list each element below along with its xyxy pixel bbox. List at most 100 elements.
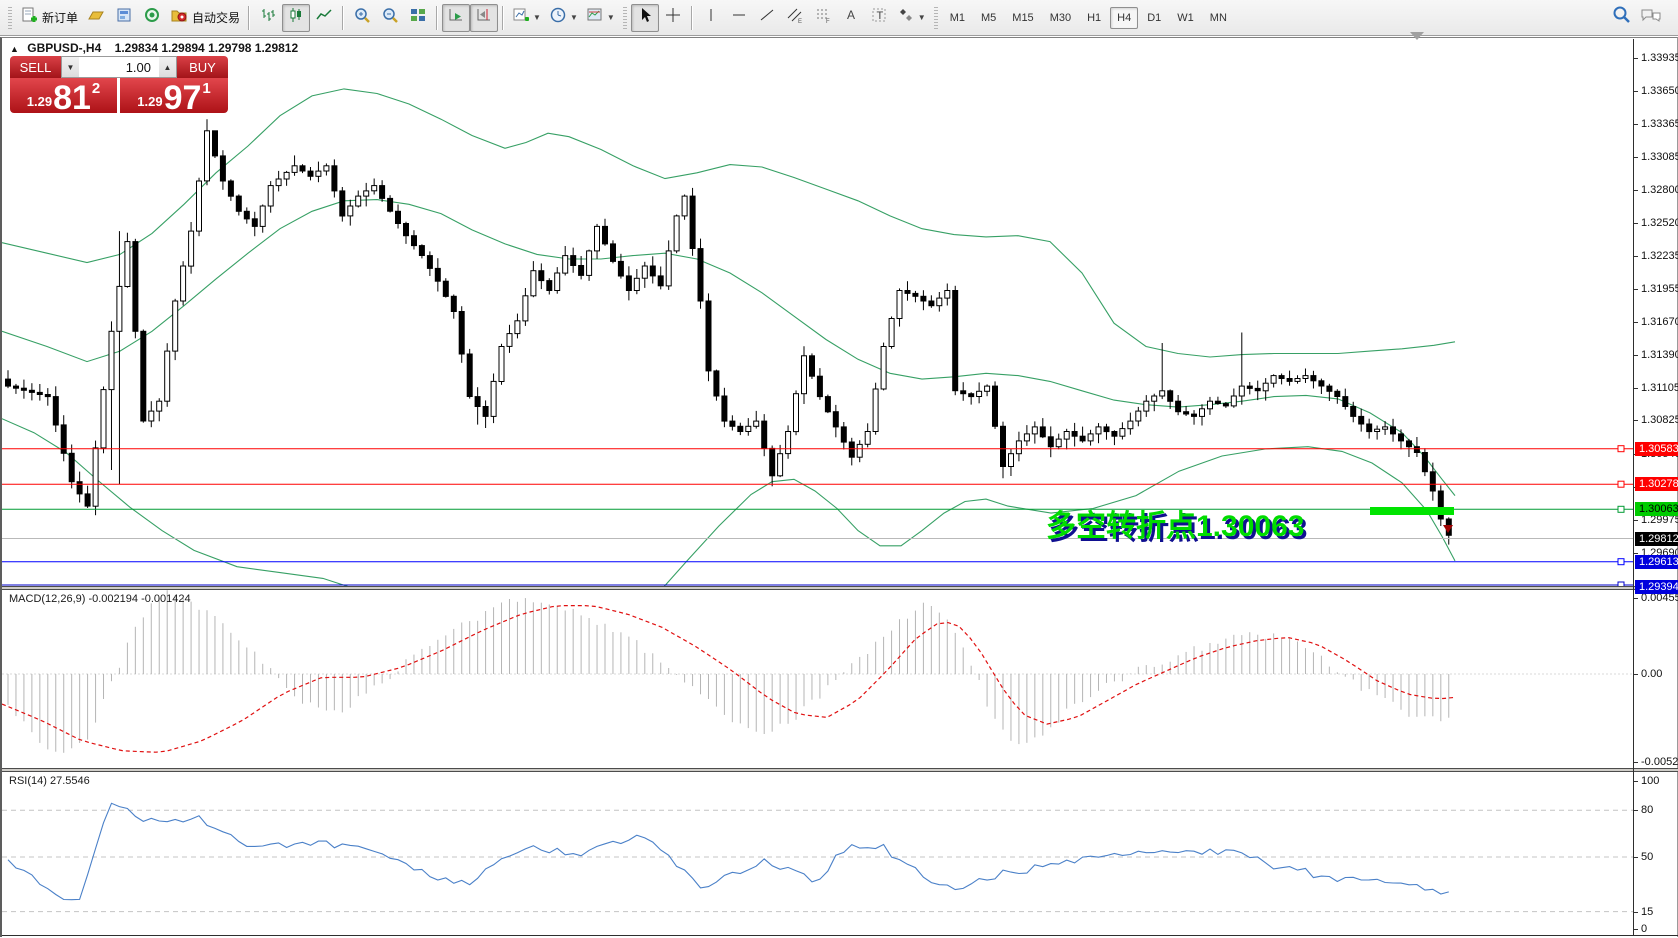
candlestick [173, 301, 178, 351]
navigator-button[interactable] [138, 4, 166, 32]
candlestick [109, 331, 114, 389]
buy-price-display[interactable]: 1.29 97 1 [120, 78, 228, 113]
timeframe-button-h1[interactable]: H1 [1080, 7, 1108, 29]
toolbar-grip[interactable] [8, 7, 12, 29]
fibonacci-tool-button[interactable]: F [809, 4, 837, 32]
text-tool-button[interactable]: A [837, 4, 865, 32]
candlestick [300, 166, 305, 171]
price-line-label-1.30278[interactable]: 1.30278 [1635, 477, 1678, 491]
templates-button[interactable]: ▼ [582, 4, 619, 32]
tile-windows-button[interactable] [404, 4, 432, 32]
trendline-tool-button[interactable] [753, 4, 781, 32]
axis-tick [1634, 781, 1638, 782]
price-axis-tick-label: 1.32520 [1641, 217, 1678, 229]
candlestick [372, 186, 377, 191]
timeframe-button-m15[interactable]: M15 [1005, 7, 1040, 29]
vertical-line-tool-button[interactable] [697, 4, 725, 32]
chart-annotation-text[interactable]: 多空转折点1.30063 [1046, 501, 1304, 545]
line-chart-button[interactable] [310, 4, 338, 32]
indicators-button[interactable]: ▼ [508, 4, 545, 32]
periods-button[interactable]: ▼ [545, 4, 582, 32]
window-collapse-icon[interactable]: ▲ [10, 44, 19, 54]
timeframe-button-m5[interactable]: M5 [974, 7, 1003, 29]
line-handle[interactable] [1618, 506, 1624, 512]
candlestick [889, 319, 894, 347]
chart-shift-button[interactable] [470, 4, 498, 32]
price-axis-tick-label: 1.31955 [1641, 283, 1678, 295]
volume-decrease-button[interactable]: ▼ [62, 57, 79, 77]
chart-window[interactable]: ▲ GBPUSD-,H4 1.29834 1.29894 1.29798 1.2… [0, 37, 1678, 937]
buy-button[interactable]: BUY [177, 56, 228, 78]
profiles-button[interactable] [82, 4, 110, 32]
horizontal-line-tool-button[interactable] [725, 4, 753, 32]
price-line-label-1.30063[interactable]: 1.30063 [1635, 502, 1678, 516]
highlight-bar-object[interactable] [1370, 507, 1454, 515]
candlestick [268, 186, 273, 206]
price-line-label-1.30583[interactable]: 1.30583 [1635, 442, 1678, 456]
bar-chart-button[interactable] [254, 4, 282, 32]
candlestick [1104, 427, 1109, 432]
candlestick [1422, 453, 1427, 472]
candlestick [316, 171, 321, 176]
pane-splitter-macd[interactable] [2, 586, 1678, 590]
search-button[interactable] [1608, 4, 1636, 32]
chart-shift-marker[interactable] [1410, 32, 1424, 40]
candlestick [810, 356, 815, 376]
candlestick [754, 421, 759, 426]
timeframe-button-m1[interactable]: M1 [943, 7, 972, 29]
price-line-label-1.29613[interactable]: 1.29613 [1635, 555, 1678, 569]
volume-increase-button[interactable]: ▲ [159, 57, 176, 77]
candlestick [985, 386, 990, 391]
sell-button[interactable]: SELL [10, 56, 61, 78]
crosshair-tool-button[interactable] [659, 4, 687, 32]
text-label-tool-button[interactable]: T [865, 4, 893, 32]
chat-button[interactable] [1636, 4, 1666, 32]
candlestick [1040, 427, 1045, 437]
chart-plot-area[interactable] [2, 38, 1678, 938]
volume-value[interactable]: 1.00 [79, 57, 159, 77]
timeframe-button-mn[interactable]: MN [1203, 7, 1234, 29]
toolbar-grip[interactable] [623, 7, 627, 29]
arrows-tool-button[interactable]: ▼ [893, 4, 930, 32]
line-handle[interactable] [1618, 559, 1624, 565]
pane-splitter-rsi[interactable] [2, 768, 1678, 772]
timeframe-button-w1[interactable]: W1 [1170, 7, 1201, 29]
zoom-in-button[interactable] [348, 4, 376, 32]
channel-tool-button[interactable]: E [781, 4, 809, 32]
candlestick [849, 442, 854, 457]
price-line-label-1.29394[interactable]: 1.29394 [1635, 580, 1678, 594]
line-handle[interactable] [1618, 481, 1624, 487]
candlestick [117, 286, 122, 331]
candlestick [1399, 434, 1404, 441]
candlestick [1327, 386, 1332, 391]
cursor-tool-button[interactable] [631, 4, 659, 32]
candlestick [1016, 441, 1021, 454]
new-order-button[interactable]: 新订单 [16, 4, 82, 32]
candlestick [571, 256, 576, 266]
candlestick [149, 411, 154, 421]
candlestick [53, 397, 58, 425]
sell-price-display[interactable]: 1.29 81 2 [10, 78, 117, 113]
candle-chart-button[interactable] [282, 4, 310, 32]
toolbar-grip[interactable] [934, 7, 938, 29]
auto-scroll-button[interactable] [442, 4, 470, 32]
price-axis-tick-label: 1.33650 [1641, 85, 1678, 97]
axis-tick [1634, 124, 1638, 125]
svg-text:E: E [798, 19, 802, 24]
price-line-label-1.29812[interactable]: 1.29812 [1635, 532, 1678, 546]
autotrading-button[interactable]: 自动交易 [166, 4, 244, 32]
candlestick [276, 179, 281, 186]
zoom-out-button[interactable] [376, 4, 404, 32]
timeframe-button-m30[interactable]: M30 [1043, 7, 1078, 29]
market-watch-button[interactable] [110, 4, 138, 32]
candlestick [1311, 376, 1316, 381]
timeframe-button-d1[interactable]: D1 [1140, 7, 1168, 29]
timeframe-button-h4[interactable]: H4 [1110, 7, 1138, 29]
axis-tick [1634, 256, 1638, 257]
candlestick [1168, 391, 1173, 402]
tile-windows-icon [409, 6, 427, 29]
candlestick [1231, 396, 1236, 406]
candlestick [181, 266, 186, 301]
candlestick [817, 376, 822, 396]
line-handle[interactable] [1618, 446, 1624, 452]
